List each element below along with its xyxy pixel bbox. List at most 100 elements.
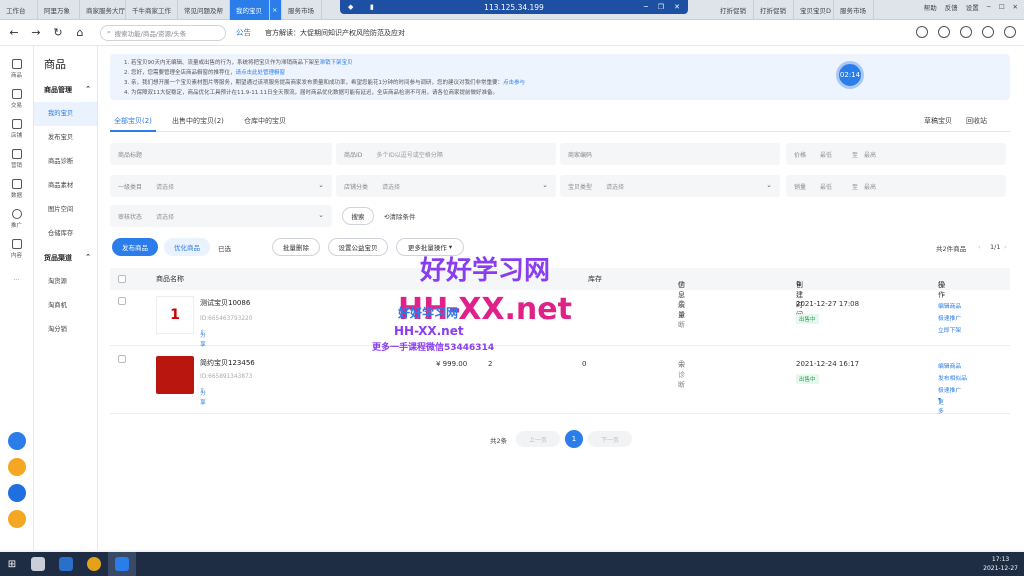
row-checkbox[interactable] [118, 297, 126, 305]
promote-link[interactable]: 极速推广 [938, 313, 961, 322]
col-stock[interactable]: 库存 [588, 274, 602, 284]
promote-link[interactable]: 极速推广 [938, 385, 961, 394]
shop-category-select[interactable]: 店铺分类 请选择 ⌄ [336, 175, 556, 197]
search-input[interactable]: ⌕ 搜索功能/商品/资源/头条 [100, 24, 226, 41]
countdown-timer[interactable]: 02:14 [836, 61, 864, 89]
tab-warehouse[interactable]: 仓库中的宝贝 [244, 116, 286, 126]
chrome-icon[interactable] [80, 552, 108, 576]
powershell-icon[interactable] [52, 552, 80, 576]
tab-item-d[interactable]: 宝贝宝贝D [794, 0, 834, 20]
page-1-button[interactable]: 1 [565, 430, 583, 448]
qianniu-icon[interactable] [108, 552, 136, 576]
app-icon-4[interactable] [8, 510, 26, 528]
restore-icon[interactable]: ❐ [658, 3, 664, 11]
tab-wanxiang[interactable]: 阿里万象 [38, 0, 80, 20]
notice-link[interactable]: 点击参与 [503, 80, 525, 86]
refresh-icon[interactable]: ↻ [50, 26, 66, 39]
close-icon[interactable]: × [270, 0, 282, 20]
sidebar-item-source[interactable]: 淘货源 [34, 270, 97, 294]
price-filter[interactable]: 价格 最低至最高 [786, 143, 1006, 165]
public-welfare-button[interactable]: 设置公益宝贝 [328, 238, 388, 256]
sidebar-item-material[interactable]: 商品素材 [34, 174, 97, 198]
product-title[interactable]: 测试宝贝10086 [200, 298, 250, 308]
close-icon[interactable]: ✕ [1013, 3, 1018, 11]
home-icon[interactable]: ⌂ [72, 26, 88, 39]
batch-delete-button[interactable]: 批量删除 [272, 238, 320, 256]
help-button[interactable]: 帮助 [924, 2, 937, 12]
product-thumbnail[interactable] [156, 356, 194, 394]
system-clock[interactable]: 17:13 2021-12-27 [983, 555, 1018, 573]
remote-desktop-bar[interactable]: ◆ ▮ 113.125.34.199 ─ ❐ ✕ [340, 0, 688, 14]
code-filter[interactable]: 商家编码 [560, 143, 780, 165]
announcement-label[interactable]: 公告 [236, 27, 251, 38]
row-checkbox[interactable] [118, 355, 126, 363]
prev-page-icon[interactable]: ‹ [978, 243, 981, 251]
edit-item-link[interactable]: 编辑商品 [938, 301, 961, 310]
notice-link[interactable]: 请点击此处管理橱窗 [236, 70, 286, 76]
product-thumbnail[interactable]: 1 [156, 296, 194, 334]
windows-start-icon[interactable]: ⊞ [0, 552, 24, 576]
publish-similar-link[interactable]: 发布相似品 [938, 373, 967, 382]
maximize-icon[interactable]: ☐ [999, 3, 1005, 11]
sales-filter[interactable]: 销量 最低至最高 [786, 175, 1006, 197]
rail-item-content[interactable]: 内容 [0, 234, 33, 264]
rail-item-goods[interactable]: 商品 [0, 54, 33, 84]
app-icon-3[interactable] [8, 484, 26, 502]
tab-faq[interactable]: 常见问题及帮 [178, 0, 230, 20]
select-all-checkbox[interactable] [118, 275, 126, 283]
minimize-icon[interactable]: ─ [987, 3, 991, 11]
recycle-link[interactable]: 回收站 [966, 116, 987, 126]
sidebar-item-images[interactable]: 图片空间 [34, 198, 97, 222]
rail-item-more[interactable]: ... [0, 264, 33, 294]
publish-button[interactable]: 发布商品 [112, 238, 158, 256]
tab-my-items[interactable]: 我的宝贝 [230, 0, 270, 20]
draft-link[interactable]: 草稿宝贝 [924, 116, 952, 126]
sidebar-item-stock[interactable]: 仓储库存 [34, 222, 97, 246]
rail-item-marketing[interactable]: 营销 [0, 144, 33, 174]
rail-item-data[interactable]: 数据 [0, 174, 33, 204]
app-icon-2[interactable] [8, 458, 26, 476]
search-button[interactable]: 搜索 [342, 207, 374, 225]
type-select[interactable]: 宝贝类型 请选择 ⌄ [560, 175, 780, 197]
id-filter[interactable]: 商品ID 多个ID以逗号或空格分隔 [336, 143, 556, 165]
tab-on-sale[interactable]: 出售中的宝贝(2) [172, 116, 224, 126]
minimize-icon[interactable]: ─ [644, 3, 648, 11]
sidebar-item-distribution[interactable]: 淘分销 [34, 318, 97, 342]
rail-item-shop[interactable]: 店铺 [0, 114, 33, 144]
product-title[interactable]: 简约宝贝123456 [200, 358, 255, 368]
side-group-goods[interactable]: 商品管理 ⌃ [34, 78, 97, 102]
optimize-button[interactable]: 优化商品 [164, 238, 210, 256]
tab-service-hall[interactable]: 商家服务大厅 [80, 0, 126, 20]
chat-icon[interactable] [916, 26, 928, 38]
pin-icon[interactable]: ◆ [348, 3, 353, 11]
tab-discount-2[interactable]: 打折促销 [754, 0, 794, 20]
edit-item-link[interactable]: 编辑商品 [938, 361, 961, 370]
next-page-icon[interactable]: › [1004, 243, 1007, 251]
tab-service-market-2[interactable]: 服务市场 [834, 0, 874, 20]
tab-discount-1[interactable]: 打折促销 [714, 0, 754, 20]
audit-select[interactable]: 审核状态 请选择 ⌄ [110, 205, 332, 227]
sidebar-item-publish[interactable]: 发布宝贝 [34, 126, 97, 150]
next-page-button[interactable]: 下一页 [588, 431, 632, 447]
title-filter[interactable]: 商品标题 [110, 143, 332, 165]
feedback-button[interactable]: 反馈 [945, 2, 958, 12]
clock-icon[interactable] [982, 26, 994, 38]
tab-workbench[interactable]: 工作台 [0, 0, 38, 20]
sidebar-item-diagnose[interactable]: 商品诊断 [34, 150, 97, 174]
announcement-text[interactable]: 官方解读：大促期间知识产权风险防范及应对 [265, 28, 405, 38]
menu-icon[interactable] [1004, 26, 1016, 38]
sidebar-item-opportunity[interactable]: 淘商机 [34, 294, 97, 318]
rail-item-promo[interactable]: 推广 [0, 204, 33, 234]
tab-qianniu[interactable]: 千牛商家工作 [126, 0, 178, 20]
delist-link[interactable]: 立即下架 [938, 325, 961, 334]
grid-icon[interactable] [960, 26, 972, 38]
back-icon[interactable]: ← [6, 26, 22, 39]
sidebar-item-my-items[interactable]: 我的宝贝 [34, 102, 97, 126]
tab-service-market[interactable]: 服务市场 [282, 0, 322, 20]
prev-page-button[interactable]: 上一页 [516, 431, 560, 447]
clear-filters-link[interactable]: ⟲清除条件 [384, 211, 415, 221]
file-explorer-icon[interactable] [24, 552, 52, 576]
compass-icon[interactable] [938, 26, 950, 38]
app-icon-1[interactable] [8, 432, 26, 450]
tab-all-items[interactable]: 全部宝贝(2) [114, 116, 152, 126]
